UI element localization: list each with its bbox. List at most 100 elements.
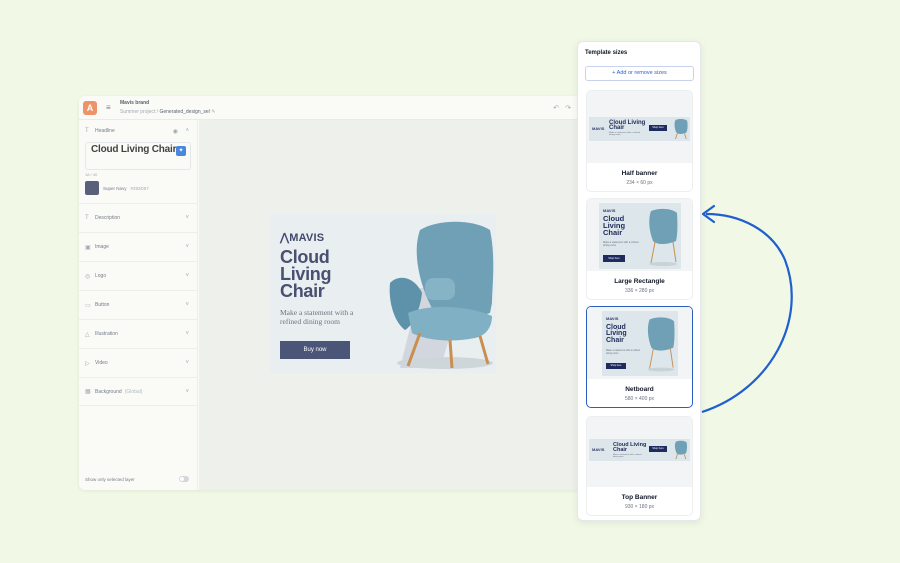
template-card-top-banner[interactable]: MAVIS Cloud Living Chair Make a statemen… xyxy=(586,416,693,516)
text-icon: T xyxy=(85,128,89,134)
ad-description: Make a statement with a refined dining r… xyxy=(280,308,354,326)
plus-icon: + xyxy=(612,70,616,76)
mini-headline: Cloud Living Chair xyxy=(603,214,626,237)
file-name: Generated_design_sel xyxy=(159,108,210,115)
ad-preview[interactable]: ⋀MAVIS Cloud Living Chair Make a stateme… xyxy=(270,214,496,373)
section-label: Video xyxy=(95,360,108,366)
curved-arrow-icon xyxy=(701,204,793,414)
mini-logo: MAVIS xyxy=(592,447,605,452)
color-swatch[interactable] xyxy=(85,181,99,195)
mini-cta: Shop here xyxy=(606,363,626,369)
sidebar-section-video[interactable]: ▷ Video ˅ xyxy=(79,348,197,377)
template-name: Netboard xyxy=(625,386,654,393)
project-breadcrumb: Mavis brand Summer project / Generated_d… xyxy=(120,99,216,115)
text-icon: T xyxy=(85,215,89,221)
headline-text: Cloud Living Chair xyxy=(91,144,177,155)
mini-description: Make a statement with a refined dining r… xyxy=(606,349,640,355)
illustration-icon: △ xyxy=(85,331,90,338)
template-thumbnail: MAVIS Cloud Living Chair Make a statemen… xyxy=(589,439,690,461)
menu-icon[interactable]: ≡ xyxy=(106,103,112,112)
ai-generate-button[interactable]: ✦ xyxy=(176,146,186,156)
mini-chair-image xyxy=(674,119,688,140)
section-sublabel: (Global) xyxy=(124,388,143,395)
color-hex: #292D57 xyxy=(130,185,149,191)
edit-icon[interactable]: ✎ xyxy=(211,109,215,115)
color-name: Super Navy xyxy=(103,185,127,191)
video-icon: ▷ xyxy=(85,360,90,367)
image-icon: ▣ xyxy=(85,244,91,251)
template-name: Large Rectangle xyxy=(614,278,665,285)
toggle-label: Show only selected layer xyxy=(85,476,135,482)
mini-description: Make a statement with a refined dining r… xyxy=(609,132,641,136)
eye-icon[interactable]: ◉ xyxy=(173,128,178,135)
mini-headline: Cloud Living Chair xyxy=(609,120,646,132)
show-selected-toggle[interactable] xyxy=(179,476,189,482)
sidebar-section-image[interactable]: ▣ Image ˅ xyxy=(79,232,197,261)
project-name[interactable]: Summer project xyxy=(120,109,155,115)
template-thumbnail: MAVIS Cloud Living Chair Make a statemen… xyxy=(589,117,690,141)
template-card-half-banner[interactable]: MAVIS Cloud Living Chair Make a statemen… xyxy=(586,90,693,192)
undo-icon[interactable]: ↶ xyxy=(553,104,559,112)
headline-section-header[interactable]: T Headline ◉ ˄ xyxy=(79,120,197,142)
mini-logo: MAVIS xyxy=(603,208,616,213)
chevron-down-icon: ˅ xyxy=(185,215,189,221)
mini-logo: MAVIS xyxy=(606,316,619,321)
template-name: Half banner xyxy=(621,170,658,177)
sidebar-section-button[interactable]: ▭ Button ˅ xyxy=(79,290,197,319)
template-thumbnail: MAVIS Cloud Living Chair Make a statemen… xyxy=(602,311,678,376)
add-remove-sizes-button[interactable]: + Add or remove sizes xyxy=(585,66,694,81)
char-count: 18 / 40 xyxy=(85,172,98,177)
button-icon: ▭ xyxy=(85,302,91,309)
template-card-netboard[interactable]: MAVIS Cloud Living Chair Make a statemen… xyxy=(586,306,693,408)
section-label: Image xyxy=(95,244,109,250)
chevron-down-icon: ˅ xyxy=(185,244,189,250)
logo-icon: ◎ xyxy=(85,273,91,280)
template-dims: 234 × 60 px xyxy=(626,180,653,186)
chevron-down-icon: ˅ xyxy=(185,273,189,279)
redo-icon[interactable]: ↷ xyxy=(565,104,571,112)
sidebar-section-logo[interactable]: ◎ Logo ˅ xyxy=(79,261,197,290)
section-label: Background xyxy=(95,388,122,395)
panel-title: Template sizes xyxy=(585,50,628,56)
sidebar-section-background[interactable]: ▦ Background (Global) ˅ xyxy=(79,377,197,406)
ad-cta-button: Buy now xyxy=(280,341,350,359)
sidebar-section-illustration[interactable]: △ Illustration ˅ xyxy=(79,319,197,348)
section-label: Button xyxy=(95,302,110,308)
ad-logo: ⋀MAVIS xyxy=(280,232,325,244)
chevron-down-icon: ˅ xyxy=(185,360,189,366)
template-dims: 930 × 180 px xyxy=(624,504,655,510)
mavis-logo-icon: ⋀ xyxy=(280,232,290,244)
template-sizes-panel: Template sizes + Add or remove sizes MAV… xyxy=(577,41,701,521)
chair-image xyxy=(389,221,494,369)
mini-headline: Cloud Living Chair xyxy=(613,442,647,453)
chevron-down-icon: ˅ xyxy=(185,388,189,395)
mini-headline: Cloud Living Chair xyxy=(606,324,627,344)
mini-chair-image xyxy=(649,208,678,266)
editor-topbar: A ≡ Mavis brand Summer project / Generat… xyxy=(79,96,599,120)
sidebar-section-description[interactable]: T Description ˅ xyxy=(79,203,197,232)
chevron-down-icon: ˅ xyxy=(185,331,189,337)
show-selected-layer-row: Show only selected layer xyxy=(85,476,189,482)
mini-cta: Shop here xyxy=(649,125,667,131)
mini-chair-image xyxy=(647,317,675,372)
mini-cta: Shop here xyxy=(603,255,625,262)
template-name: Top Banner xyxy=(621,494,658,501)
template-dims: 580 × 400 px xyxy=(624,396,655,402)
template-card-large-rectangle[interactable]: MAVIS Cloud Living Chair Make a statemen… xyxy=(586,198,693,300)
app-logo[interactable]: A xyxy=(83,100,97,115)
section-label: Illustration xyxy=(95,331,118,337)
section-label: Logo xyxy=(95,273,107,279)
chevron-down-icon: ˅ xyxy=(185,302,189,308)
mini-description: Make a statement with a refined dining r… xyxy=(603,241,639,247)
mini-chair-image xyxy=(674,440,688,460)
color-picker-row[interactable]: Super Navy #292D57 xyxy=(85,181,191,195)
brand-name: Mavis brand xyxy=(120,99,150,106)
mini-logo: MAVIS xyxy=(592,126,605,131)
layers-sidebar: T Headline ◉ ˄ Cloud Living Chair ✦ 18 /… xyxy=(79,120,198,490)
template-dims: 336 × 280 px xyxy=(624,288,655,294)
section-label: Description xyxy=(95,215,121,221)
ad-headline: Cloud Living Chair xyxy=(280,247,332,301)
headline-input[interactable]: Cloud Living Chair ✦ xyxy=(85,142,191,170)
chevron-up-icon[interactable]: ˄ xyxy=(185,128,189,134)
headline-label: Headline xyxy=(95,128,115,134)
